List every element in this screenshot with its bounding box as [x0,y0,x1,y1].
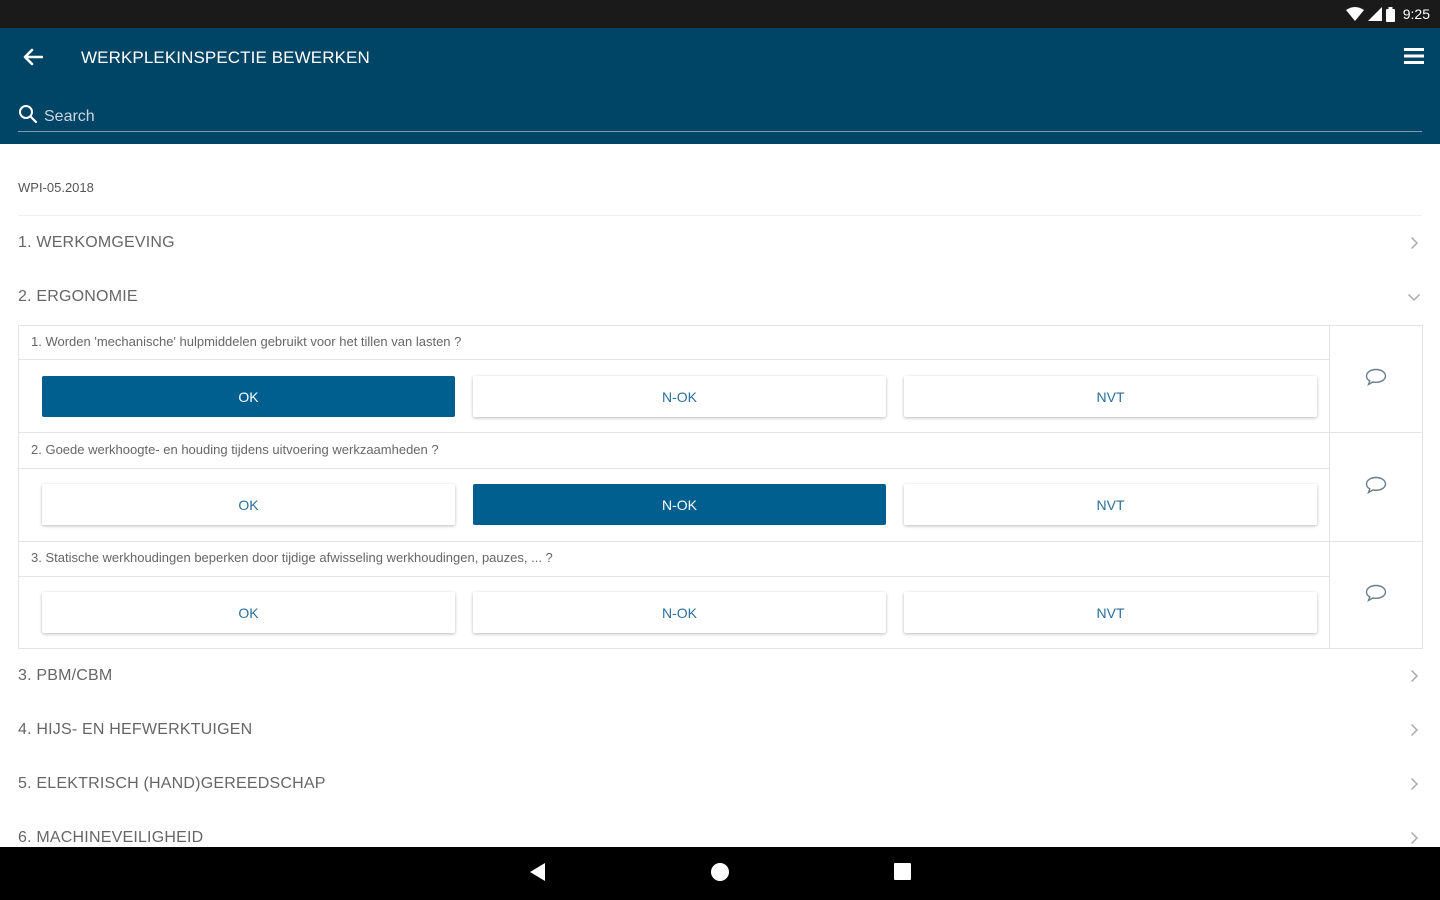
section-werkomgeving[interactable]: 1. WERKOMGEVING [18,223,1422,263]
q1-comment-button[interactable] [1360,365,1392,393]
q3-nvt-button[interactable]: NVT [904,592,1317,633]
circle-home-icon [710,862,730,887]
section-elektrisch-handgereedschap[interactable]: 5. ELEKTRISCH (HAND)GEREEDSCHAP [18,764,1422,804]
comment-icon [1365,368,1387,391]
triangle-back-icon [530,862,546,886]
divider [19,576,1329,577]
arrow-left-icon [23,48,44,71]
question-panel: 1. Worden 'mechanische' hulpmiddelen geb… [18,325,1423,649]
hamburger-menu-icon [1404,47,1424,69]
chevron-right-icon [1406,722,1422,738]
divider [19,468,1329,469]
system-nav-bar [0,847,1440,900]
divider [18,215,1422,216]
q1-nvt-button[interactable]: NVT [904,376,1317,417]
menu-button[interactable] [1400,44,1428,72]
status-time: 9:25 [1402,6,1430,22]
section-hijs-en-hefwerktuigen[interactable]: 4. HIJS- EN HEFWERKTUIGEN [18,710,1422,750]
document-code: WPI-05.2018 [18,180,94,195]
q3-nok-button[interactable]: N-OK [473,592,886,633]
divider [19,432,1329,433]
q2-nvt-button[interactable]: NVT [904,484,1317,525]
battery-icon [1385,6,1395,22]
search-input[interactable] [44,103,1404,130]
chevron-right-icon [1406,776,1422,792]
signal-icon [1367,7,1382,21]
status-bar: 9:25 [0,0,1440,28]
search-icon [18,104,38,129]
q2-ok-button[interactable]: OK [42,484,455,525]
divider [19,359,1329,360]
chevron-right-icon [1406,668,1422,684]
section-machineveiligheid[interactable]: 6. MACHINEVEILIGHEID [18,818,1422,847]
content-area: WPI-05.2018 1. WERKOMGEVING 2. ERGONOMIE… [0,144,1440,847]
nav-back-button[interactable] [523,859,553,889]
nav-home-button[interactable] [705,859,735,889]
search-bar [18,102,1422,132]
q1-ok-button[interactable]: OK [42,376,455,417]
section-label: 5. ELEKTRISCH (HAND)GEREEDSCHAP [18,775,326,792]
chevron-right-icon [1406,235,1422,251]
comment-icon [1365,584,1387,607]
nav-recents-button[interactable] [887,859,917,889]
q2-nok-button[interactable]: N-OK [473,484,886,525]
square-recents-icon [893,863,911,885]
section-pbm-cbm[interactable]: 3. PBM/CBM [18,656,1422,696]
status-icons: 9:25 [1345,5,1430,23]
question-text: 1. Worden 'mechanische' hulpmiddelen geb… [31,334,462,349]
section-label: 4. HIJS- EN HEFWERKTUIGEN [18,721,253,738]
section-label: 3. PBM/CBM [18,667,113,684]
comment-icon [1365,476,1387,499]
section-label: 6. MACHINEVEILIGHEID [18,829,204,846]
q3-comment-button[interactable] [1360,581,1392,609]
q3-ok-button[interactable]: OK [42,592,455,633]
q2-comment-button[interactable] [1360,473,1392,501]
app-bar: WERKPLEKINSPECTIE BEWERKEN [0,28,1440,144]
section-label: 1. WERKOMGEVING [18,234,175,251]
comment-column [1329,326,1423,648]
q1-nok-button[interactable]: N-OK [473,376,886,417]
divider [1330,432,1423,433]
question-text: 3. Statische werkhoudingen beperken door… [31,550,553,565]
chevron-down-icon [1406,289,1422,305]
divider [19,541,1329,542]
back-button[interactable] [16,42,50,76]
wifi-icon [1345,7,1364,21]
question-text: 2. Goede werkhoogte- en houding tijdens … [31,442,439,457]
section-ergonomie[interactable]: 2. ERGONOMIE [18,277,1422,317]
divider [1330,541,1423,542]
chevron-right-icon [1406,830,1422,846]
page-title: WERKPLEKINSPECTIE BEWERKEN [81,48,370,67]
section-label: 2. ERGONOMIE [18,288,138,305]
